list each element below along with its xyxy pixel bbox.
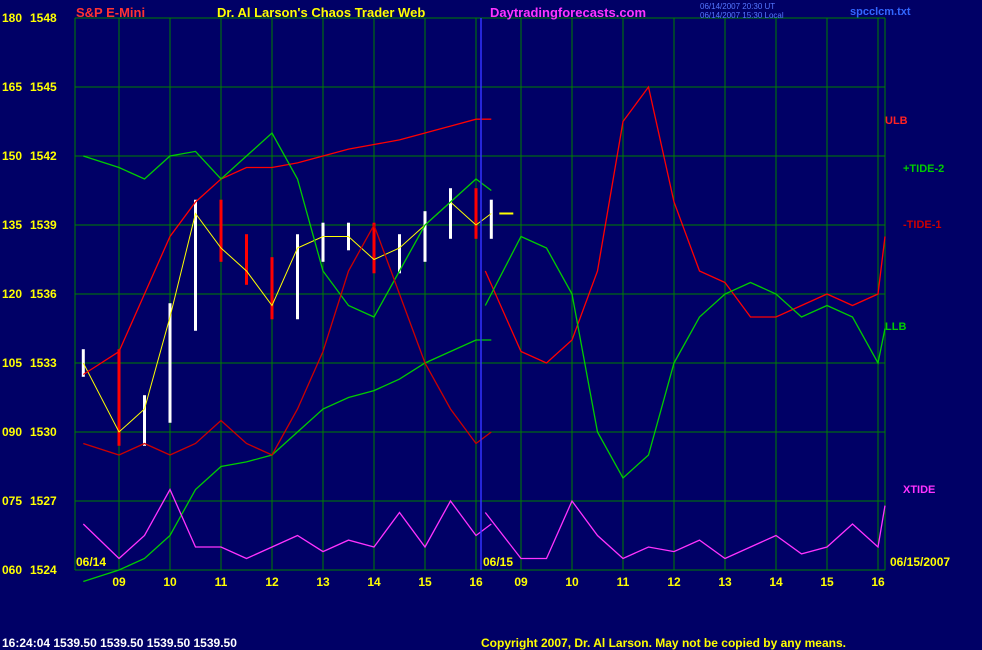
y-tick-price: 1536 xyxy=(30,287,57,301)
x-tick-label: 09 xyxy=(514,575,528,589)
x-tick-label: 16 xyxy=(469,575,483,589)
chart-canvas: 180 1548 165 1545 150 1542 135 1539 120 1536 105 15… xyxy=(0,0,982,650)
status-line: 16:24:04 1539.50 1539.50 1539.50 1539.50 xyxy=(2,636,237,650)
date-label-day2: 06/15 xyxy=(483,555,513,569)
symbol-label: S&P E-Mini xyxy=(76,5,145,20)
y-tick-index: 135 xyxy=(2,218,22,232)
x-tick-label: 14 xyxy=(367,575,381,589)
x-tick-label: 14 xyxy=(769,575,783,589)
y-tick-index: 180 xyxy=(2,11,22,25)
y-tick-price: 1527 xyxy=(30,494,57,508)
x-tick-label: 13 xyxy=(718,575,732,589)
x-tick-label: 15 xyxy=(418,575,432,589)
x-tick-label: 16 xyxy=(871,575,885,589)
y-tick-price: 1533 xyxy=(30,356,57,370)
copyright-line: Copyright 2007, Dr. Al Larson. May not b… xyxy=(481,636,846,650)
x-tick-label: 13 xyxy=(316,575,330,589)
series-label-xtide: XTIDE xyxy=(903,484,935,496)
timestamp-ut: 06/14/2007 20:30 UT xyxy=(700,2,775,11)
y-tick-index: 105 xyxy=(2,356,22,370)
y-tick-price: 1530 xyxy=(30,425,57,439)
y-tick-price: 1548 xyxy=(30,11,57,25)
date-label-day1: 06/14 xyxy=(76,555,106,569)
date-label-full: 06/15/2007 xyxy=(890,555,950,569)
x-tick-label: 10 xyxy=(565,575,579,589)
series-label-tide1: -TIDE-1 xyxy=(903,219,942,231)
y-tick-price: 1524 xyxy=(30,563,57,577)
x-tick-label: 09 xyxy=(112,575,126,589)
x-tick-label: 11 xyxy=(215,575,228,589)
x-tick-label: 12 xyxy=(667,575,681,589)
chart-background xyxy=(0,0,982,650)
y-tick-price: 1542 xyxy=(30,149,57,163)
filename-label: spcclcm.txt xyxy=(850,6,911,18)
x-tick-label: 11 xyxy=(617,575,630,589)
y-tick-index: 120 xyxy=(2,287,22,301)
series-label-ulb: ULB xyxy=(885,115,908,127)
series-label-llb: LLB xyxy=(885,321,906,333)
y-tick-index: 165 xyxy=(2,80,22,94)
x-tick-label: 12 xyxy=(265,575,279,589)
y-tick-price: 1539 xyxy=(30,218,57,232)
y-tick-price: 1545 xyxy=(30,80,57,94)
chart-title: Dr. Al Larson's Chaos Trader Web xyxy=(217,5,425,20)
site-label: Daytradingforecasts.com xyxy=(490,5,646,20)
y-tick-index: 075 xyxy=(2,494,22,508)
series-label-tide2: +TIDE-2 xyxy=(903,163,944,175)
y-tick-index: 090 xyxy=(2,425,22,439)
timestamp-local: 06/14/2007 15:30 Local xyxy=(700,11,784,20)
x-tick-label: 10 xyxy=(163,575,177,589)
y-tick-index: 060 xyxy=(2,563,22,577)
y-tick-index: 150 xyxy=(2,149,22,163)
x-tick-label: 15 xyxy=(820,575,834,589)
